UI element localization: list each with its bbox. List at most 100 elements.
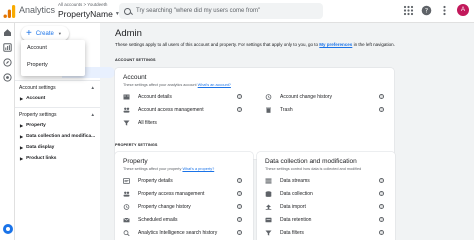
property-settings-heading: PROPERTY SETTINGS <box>115 143 158 147</box>
desc-text: in the left navigation. <box>352 42 395 47</box>
help-circle-icon[interactable]: ? <box>379 217 384 222</box>
reports-icon[interactable] <box>3 43 12 52</box>
explore-icon[interactable] <box>3 58 12 67</box>
account-breadcrumb[interactable]: All accounts > Youtdeeth <box>58 2 107 7</box>
email-icon <box>123 217 130 223</box>
scheduled-emails-row[interactable]: Scheduled emails <box>123 217 177 223</box>
row-label: Account change history <box>280 94 332 100</box>
people-icon <box>123 107 130 113</box>
help-circle-icon[interactable]: ? <box>237 191 242 196</box>
row-label: All filters <box>138 120 157 126</box>
search-icon <box>124 7 131 15</box>
create-button[interactable]: + Create ▼ <box>21 26 69 41</box>
card-sub-text: These settings affect your property <box>123 167 183 171</box>
help-circle-icon[interactable]: ? <box>237 94 242 99</box>
create-menu-item-property[interactable]: Property <box>21 57 85 74</box>
help-circle-icon[interactable]: ? <box>237 217 242 222</box>
create-label: Create <box>35 30 54 37</box>
whats-an-account-link[interactable]: What's an account? <box>198 83 231 87</box>
database-icon <box>265 191 272 197</box>
analytics-logo-icon[interactable] <box>3 5 16 18</box>
help-circle-icon[interactable]: ? <box>379 204 384 209</box>
search-bar[interactable]: Try searching "where did my users come f… <box>119 3 323 19</box>
property-change-history-row[interactable]: Property change history <box>123 204 191 210</box>
intelligence-search-history-row[interactable]: Analytics Intelligence search history <box>123 230 217 236</box>
svg-text:?: ? <box>425 6 428 14</box>
account-access-row[interactable]: Account access management <box>123 107 204 113</box>
help-circle-icon[interactable]: ? <box>379 191 384 196</box>
property-access-row[interactable]: Property access management <box>123 191 204 197</box>
chevron-down-icon: ▼ <box>57 31 62 36</box>
account-avatar[interactable]: A <box>457 4 469 16</box>
home-icon[interactable] <box>3 28 12 37</box>
page-title: Admin <box>115 28 142 39</box>
property-settings-section[interactable]: Property settings ▲ <box>19 112 95 118</box>
data-filters-row[interactable]: Data filters <box>265 230 304 236</box>
history-icon <box>123 204 130 210</box>
nav-item-label: Property <box>26 123 46 128</box>
search-history-icon <box>123 230 130 236</box>
nav-item-product-links[interactable]: ▶ Product links <box>20 156 56 161</box>
row-label: Analytics Intelligence search history <box>138 230 218 236</box>
apps-grid-icon[interactable] <box>403 5 414 16</box>
chevron-up-icon: ▲ <box>90 112 95 117</box>
top-bar-actions: ? A <box>403 4 469 16</box>
nav-item-data-display[interactable]: ▶ Data display <box>20 145 54 150</box>
help-circle-icon[interactable]: ? <box>237 107 242 112</box>
create-menu-item-account[interactable]: Account <box>21 40 85 57</box>
all-filters-row[interactable]: All filters <box>123 120 157 126</box>
row-label: Data streams <box>280 178 310 184</box>
data-collection-card-subtitle: These settings control how data is colle… <box>265 167 362 171</box>
nav-item-label: Product links <box>26 156 57 161</box>
property-name: PropertyName <box>58 9 113 19</box>
nav-item-label: Data display <box>26 145 55 150</box>
whats-a-property-link[interactable]: What's a property? <box>182 167 214 171</box>
help-circle-icon[interactable]: ? <box>379 94 384 99</box>
advertising-icon[interactable] <box>3 73 12 82</box>
account-settings-section[interactable]: Account settings ▲ <box>19 85 95 91</box>
account-details-row[interactable]: Account details <box>123 94 172 100</box>
card-sub-text: These settings affect your analytics acc… <box>123 83 198 87</box>
arrow-right-icon: ▶ <box>20 96 24 101</box>
help-circle-icon[interactable]: ? <box>379 178 384 183</box>
trash-row[interactable]: Trash <box>265 107 293 113</box>
help-circle-icon[interactable]: ? <box>379 230 384 235</box>
help-circle-icon[interactable]: ? <box>379 107 384 112</box>
nav-item-data-collection[interactable]: ▶ Data collection and modifica... <box>20 134 95 139</box>
streams-icon <box>265 178 272 184</box>
data-collection-card-title: Data collection and modification <box>265 158 357 165</box>
nav-divider <box>15 80 100 81</box>
property-selector[interactable]: PropertyName ▼ <box>58 9 120 19</box>
row-label: Data collection <box>280 191 313 197</box>
help-icon[interactable]: ? <box>421 5 432 16</box>
property-details-row[interactable]: Property details <box>123 178 173 184</box>
nav-item-property[interactable]: ▶ Property <box>20 123 46 128</box>
people-icon <box>123 191 130 197</box>
upload-icon <box>265 204 272 210</box>
data-import-row[interactable]: Data import <box>265 204 306 210</box>
left-rail <box>0 23 15 240</box>
nav-item-label: Data collection and modifica... <box>26 134 96 139</box>
data-retention-row[interactable]: Data retention <box>265 217 311 223</box>
account-change-history-row[interactable]: Account change history <box>265 94 332 100</box>
building-icon <box>123 94 130 100</box>
admin-settings-icon[interactable] <box>3 224 13 234</box>
property-card-title: Property <box>123 158 148 165</box>
row-label: Property change history <box>138 204 191 210</box>
nav-item-label: Account <box>26 96 46 101</box>
help-circle-icon[interactable]: ? <box>237 204 242 209</box>
help-circle-icon[interactable]: ? <box>237 178 242 183</box>
data-collection-row[interactable]: Data collection <box>265 191 313 197</box>
nav-item-account[interactable]: ▶ Account <box>20 96 45 101</box>
property-icon <box>123 178 130 184</box>
arrow-right-icon: ▶ <box>20 145 24 150</box>
search-placeholder: Try searching "where did my users come f… <box>136 8 261 14</box>
property-card: Property These settings affect your prop… <box>115 152 253 240</box>
chevron-up-icon: ▲ <box>90 85 95 90</box>
my-preferences-link[interactable]: My preferences <box>319 42 352 47</box>
help-circle-icon[interactable]: ? <box>237 230 242 235</box>
data-streams-row[interactable]: Data streams <box>265 178 310 184</box>
more-vert-icon[interactable] <box>439 5 450 16</box>
filter-icon <box>123 120 130 126</box>
create-menu: Account Property <box>21 40 85 76</box>
